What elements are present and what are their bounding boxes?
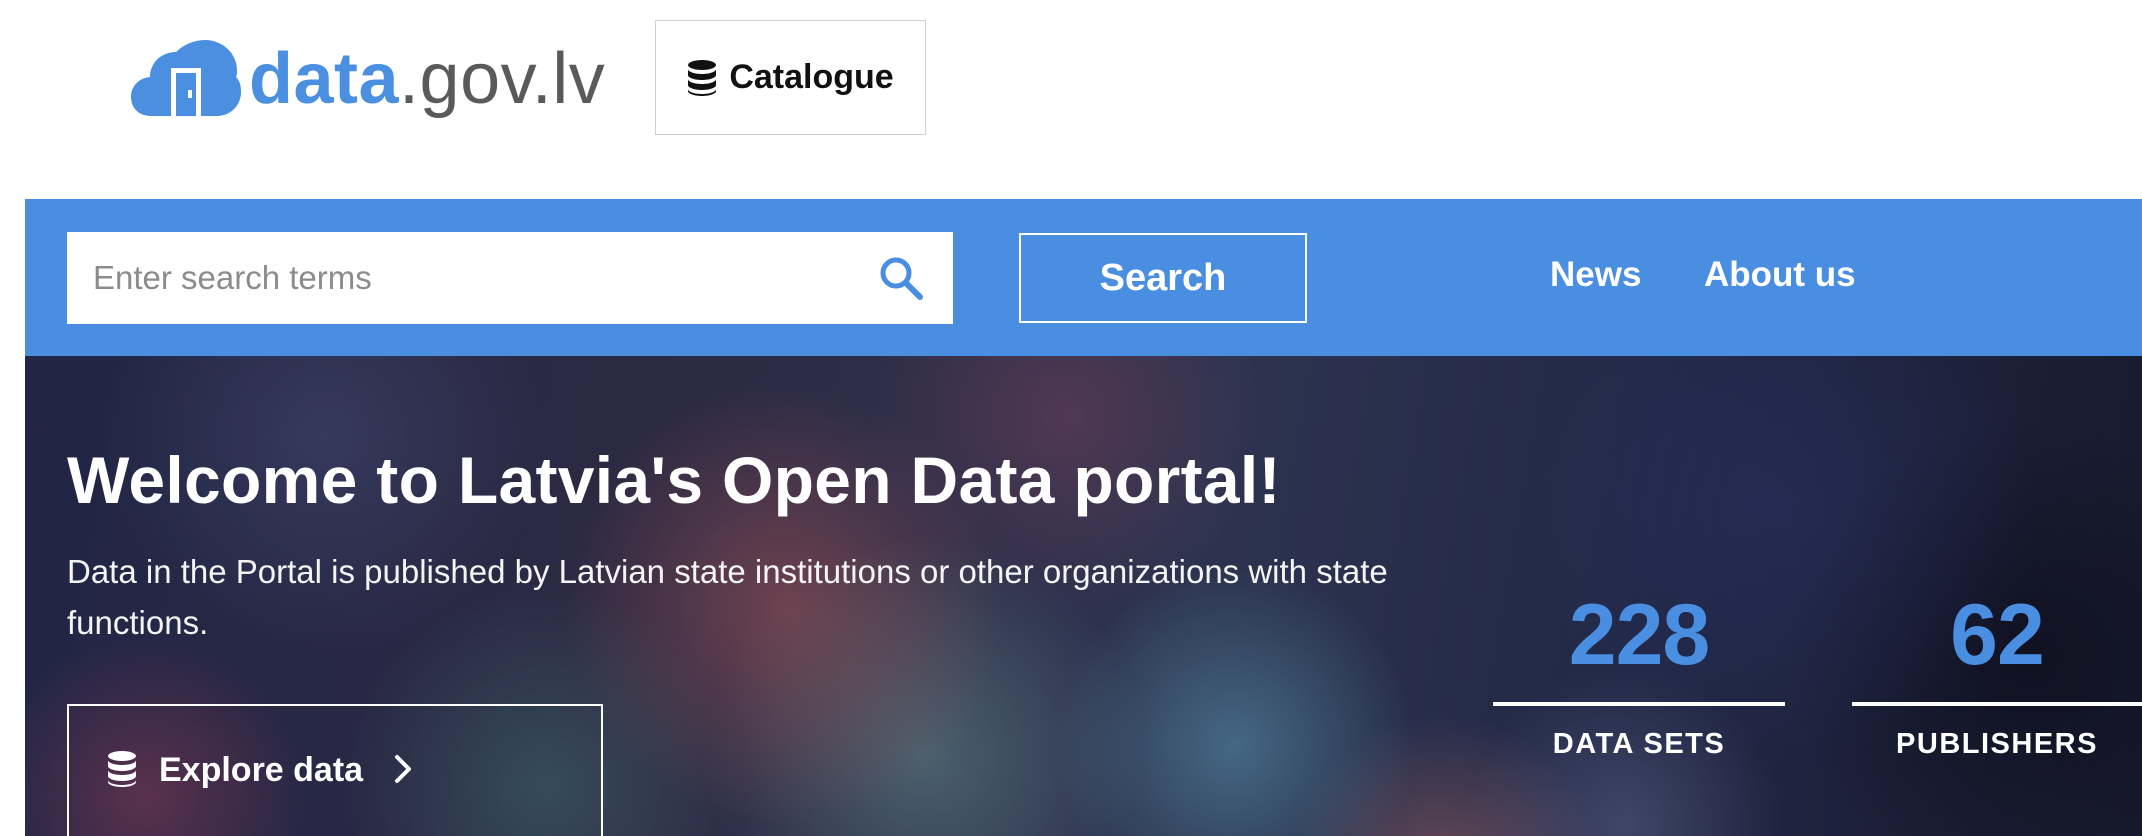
logo-text-bold: data [249,39,400,119]
chevron-right-icon [395,755,412,783]
catalogue-label: Catalogue [729,58,894,96]
hero-title: Welcome to Latvia's Open Data portal! [67,443,1281,517]
hero-subtitle: Data in the Portal is published by Latvi… [67,553,1388,641]
explore-data-button[interactable]: Explore data [67,704,603,836]
search-icon[interactable] [877,254,925,302]
stat-data-sets[interactable]: 228 DATA SETS [1493,592,1785,761]
stat-data-sets-label: DATA SETS [1552,728,1726,760]
search-box [67,232,953,324]
logo-text-domain: .gov.lv [399,39,606,119]
nav-link-about-us[interactable]: About us [1704,255,1856,295]
search-input[interactable] [67,232,877,324]
hero-banner: Welcome to Latvia's Open Data portal! Da… [25,356,2142,836]
stat-divider [1852,702,2142,706]
stat-divider [1493,702,1785,706]
nav-link-news[interactable]: News [1550,255,1641,295]
database-icon [108,751,136,787]
site-header: data.gov.lv Catalogue [0,0,2142,199]
stat-data-sets-value: 228 [1568,587,1711,683]
site-logo[interactable]: data.gov.lv [131,34,605,124]
stat-publishers-value: 62 [1950,587,2045,683]
stat-publishers[interactable]: 62 PUBLISHERS [1852,592,2142,761]
stat-publishers-label: PUBLISHERS [1896,728,2098,760]
logo-text: data.gov.lv [249,43,605,115]
cloud-door-icon [131,40,241,116]
search-button[interactable]: Search [1019,233,1307,323]
catalogue-button[interactable]: Catalogue [655,20,926,135]
explore-data-label: Explore data [159,751,364,789]
search-nav-bar: Search News About us [25,199,2142,356]
database-icon [688,59,717,96]
